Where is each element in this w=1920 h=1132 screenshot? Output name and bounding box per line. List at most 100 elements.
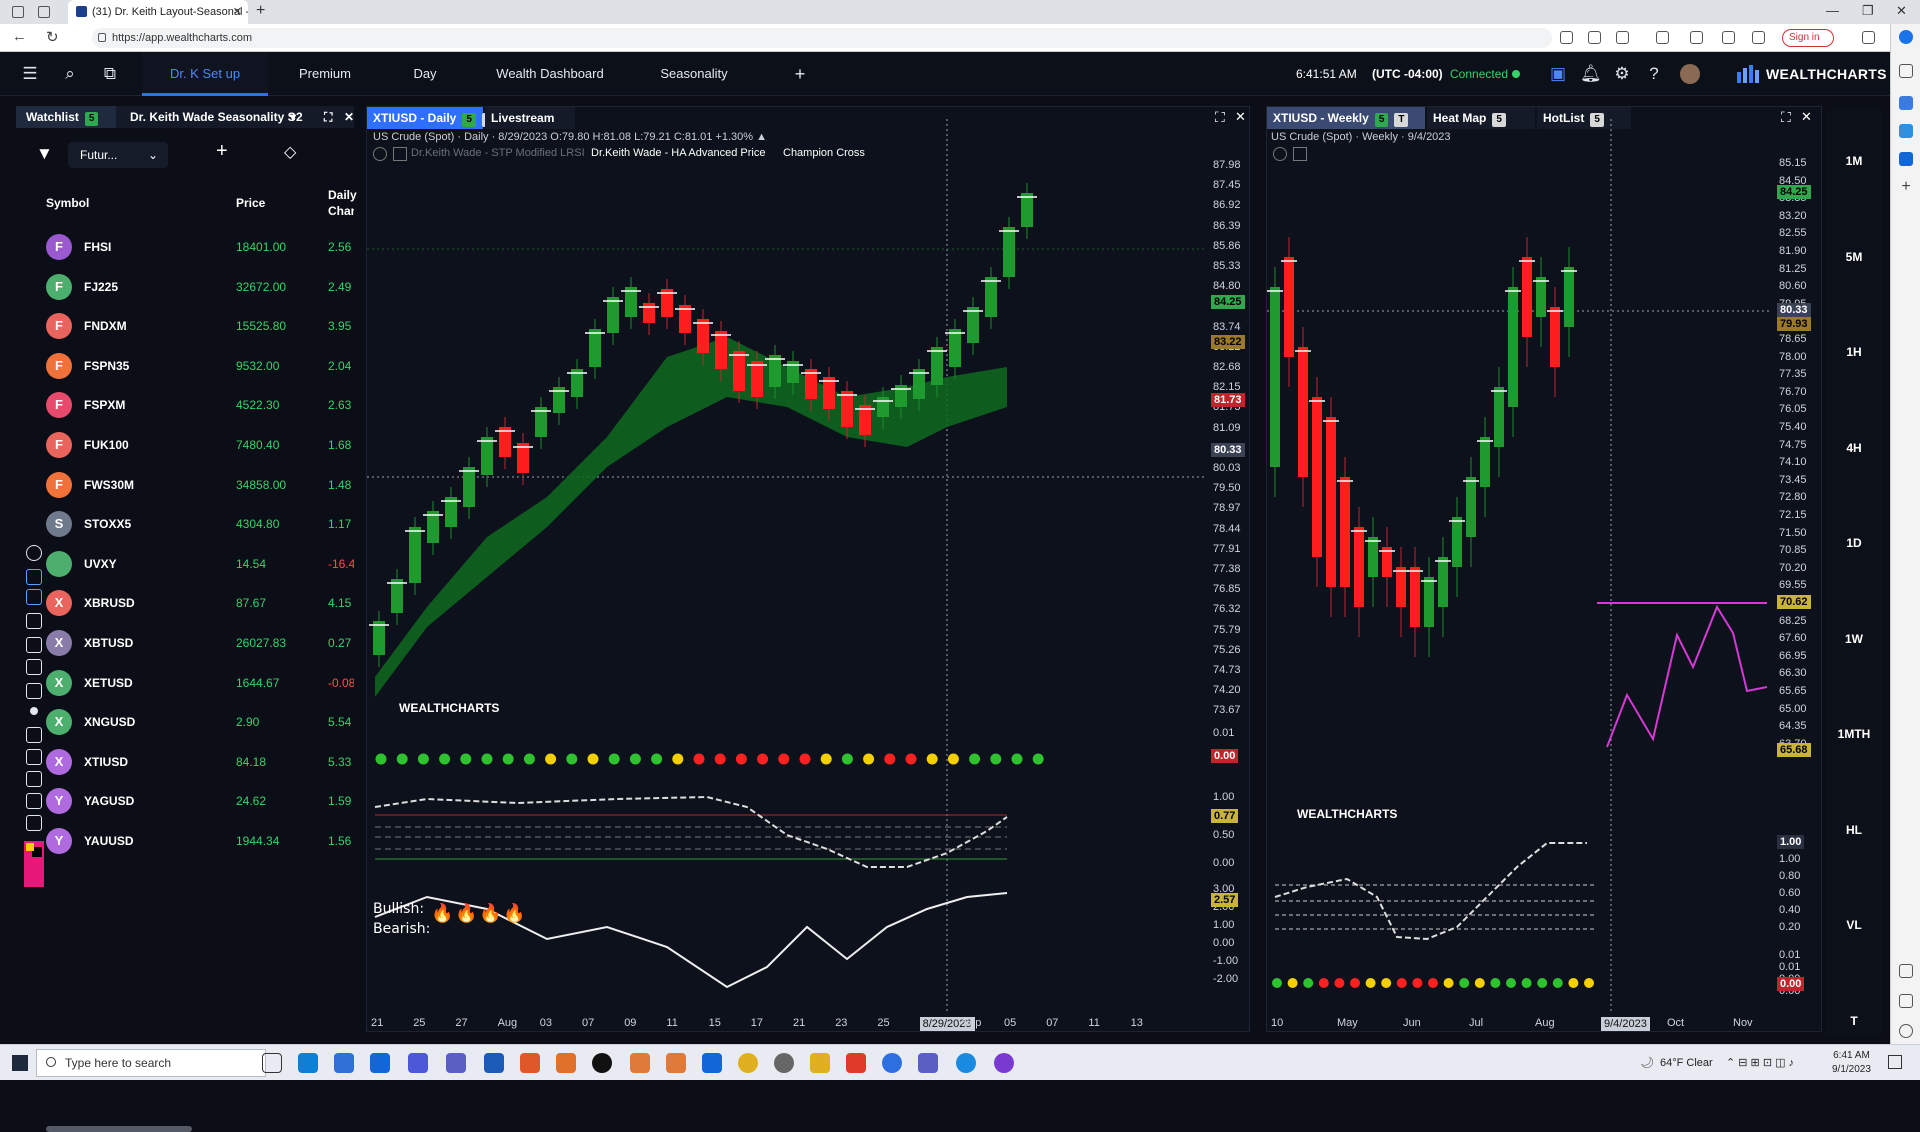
teams-icon[interactable]	[446, 1053, 466, 1073]
undo-icon[interactable]	[26, 727, 42, 743]
watchlist-row[interactable]: X XTIUSD 84.18 5.33	[16, 745, 354, 779]
add-tab-button[interactable]: +	[788, 52, 812, 96]
workspaces-icon[interactable]	[12, 6, 24, 18]
watchlist-row[interactable]: X XETUSD 1644.67 -0.08	[16, 666, 354, 700]
zoom-icon[interactable]	[1588, 31, 1601, 44]
word-icon[interactable]	[484, 1053, 504, 1073]
watchlist-row[interactable]: X XBTUSD 26027.83 0.27	[16, 626, 354, 660]
app-icon-6[interactable]	[846, 1053, 866, 1073]
watchlist-row[interactable]: S STOXX5 4304.80 1.17	[16, 507, 354, 541]
store-icon[interactable]	[334, 1053, 354, 1073]
help-icon[interactable]: ?	[1644, 64, 1664, 84]
task-view-icon[interactable]	[262, 1053, 282, 1073]
tab-wealth-dashboard[interactable]: Wealth Dashboard	[490, 52, 610, 96]
expand-icon[interactable]: ⛶	[314, 106, 332, 128]
tab-layout-seasonality[interactable]: Dr. Keith Wade Seasonality S	[120, 106, 300, 128]
watchlist-row[interactable]: UVXY 14.54 -16.4	[16, 547, 354, 581]
close-window-icon[interactable]: ✕	[1896, 0, 1907, 22]
trendline-icon[interactable]	[26, 659, 42, 675]
timeframe-button[interactable]: T	[1826, 1014, 1882, 1028]
cursor-icon[interactable]	[26, 589, 42, 605]
app-icon-5[interactable]	[666, 1053, 686, 1073]
layouts-icon[interactable]: ⧉	[100, 64, 120, 84]
app-icon-3[interactable]	[592, 1053, 612, 1073]
app-icon-7[interactable]	[956, 1053, 976, 1073]
timeframe-button[interactable]: 1H	[1826, 345, 1882, 359]
browser-essentials-icon[interactable]	[1752, 31, 1765, 44]
refresh-icon[interactable]: ↻	[46, 28, 59, 46]
watchlist-row[interactable]: F FUK100 7480.40 1.68	[16, 428, 354, 462]
sidebar-panel-icon[interactable]	[1899, 964, 1913, 978]
collections-icon[interactable]	[1722, 31, 1735, 44]
layout-count[interactable]: ▾2	[286, 106, 303, 128]
tab-dr-k-set-up[interactable]: Dr. K Set up	[142, 52, 268, 96]
split-screen-icon[interactable]	[1656, 31, 1669, 44]
timeframe-button[interactable]: 1D	[1826, 536, 1882, 550]
watchlist-row[interactable]: F FNDXM 15525.80 3.95	[16, 309, 354, 343]
template-icon[interactable]	[26, 815, 42, 831]
market-filter-select[interactable]: Futur... ⌄	[68, 142, 168, 168]
copilot-icon[interactable]	[1899, 30, 1913, 44]
add-symbol-button[interactable]: +	[216, 140, 228, 163]
pencil-icon[interactable]	[26, 637, 42, 653]
watchlist-row[interactable]: F FJ225 32672.00 2.49	[16, 270, 354, 304]
watchlist-row[interactable]: F FWS30M 34858.00 1.48	[16, 468, 354, 502]
shopping-icon[interactable]	[1899, 96, 1913, 110]
bell-icon[interactable]: 🔔︎	[1580, 64, 1602, 84]
taskbar-search-input[interactable]: Type here to search	[36, 1049, 266, 1077]
color-picker-icon[interactable]	[24, 841, 44, 887]
teams-2-icon[interactable]	[918, 1053, 938, 1073]
daily-chart-canvas[interactable]: 🔥 🔥 🔥 🔥	[367, 107, 1251, 1033]
taskbar-clock[interactable]: 6:41 AM 9/1/2023	[1832, 1049, 1871, 1077]
app-icon-4[interactable]	[630, 1053, 650, 1073]
watchlist-row[interactable]: Y YAUUSD 1944.34 1.56	[16, 824, 354, 858]
favorites-icon[interactable]	[1690, 31, 1703, 44]
weekly-chart-canvas[interactable]	[1267, 107, 1823, 1033]
edge-icon[interactable]	[298, 1053, 318, 1073]
timeframe-button[interactable]: 4H	[1826, 441, 1882, 455]
column-price[interactable]: Price	[236, 196, 265, 210]
gear-icon[interactable]: ⚙	[1612, 64, 1632, 84]
timeframe-button[interactable]: 5M	[1826, 250, 1882, 264]
watchlist-row[interactable]: X XBRUSD 87.67 4.15	[16, 586, 354, 620]
external-link-icon[interactable]	[1899, 994, 1913, 1008]
tab-premium[interactable]: Premium	[290, 52, 360, 96]
tab-actions-icon[interactable]	[38, 6, 50, 18]
app-icon-2[interactable]	[520, 1053, 540, 1073]
app-icon-8[interactable]	[994, 1053, 1014, 1073]
column-daily-change-1[interactable]: Daily	[328, 188, 357, 202]
outlook-taskbar-icon[interactable]	[702, 1053, 722, 1073]
timeframe-button[interactable]: VL	[1826, 918, 1882, 932]
bookmark-icon[interactable]: ▣	[1548, 64, 1568, 84]
mail-icon[interactable]	[370, 1053, 390, 1073]
ruler-icon[interactable]	[26, 683, 42, 699]
crosshair-icon[interactable]	[26, 613, 42, 629]
close-tab-icon[interactable]: ✕	[233, 0, 242, 24]
hamburger-menu-icon[interactable]: ☰	[20, 64, 40, 84]
timeframe-button[interactable]: 1MTH	[1826, 727, 1882, 741]
column-daily-change-2[interactable]: Chan	[328, 204, 354, 218]
start-icon[interactable]	[12, 1055, 28, 1071]
app-icon-1[interactable]	[408, 1053, 428, 1073]
weather-icon[interactable]: 🌙︎	[1640, 1045, 1654, 1081]
avatar[interactable]	[1680, 64, 1700, 84]
read-aloud-icon[interactable]	[1560, 31, 1573, 44]
trash-icon[interactable]	[26, 749, 42, 765]
zoom-app-icon[interactable]	[882, 1053, 902, 1073]
firefox-icon[interactable]	[556, 1053, 576, 1073]
magnet-icon[interactable]	[26, 771, 42, 787]
restore-icon[interactable]: ❐	[1862, 0, 1874, 22]
watchlist-row[interactable]: F FSPN35 9532.00 2.04	[16, 349, 354, 383]
tray-icons[interactable]: ⌃ ⊟ ⊞ ⊡ ◫ ♪	[1726, 1045, 1794, 1081]
pin-icon[interactable]	[26, 545, 42, 561]
browser-tab[interactable]: (31) Dr. Keith Layout-Seasonal - ✕	[68, 0, 248, 24]
column-symbol[interactable]: Symbol	[46, 196, 89, 210]
favorite-star-icon[interactable]	[1616, 31, 1629, 44]
tab-watchlist[interactable]: Watchlist 5	[16, 106, 116, 128]
sidebar-add-icon[interactable]: +	[1899, 179, 1913, 195]
sidebar-search-icon[interactable]	[1899, 64, 1913, 78]
sidebar-settings-icon[interactable]	[1899, 1024, 1913, 1038]
chrome-icon[interactable]	[738, 1053, 758, 1073]
camera-icon[interactable]	[26, 793, 42, 809]
close-watchlist-icon[interactable]: ✕	[334, 106, 354, 128]
